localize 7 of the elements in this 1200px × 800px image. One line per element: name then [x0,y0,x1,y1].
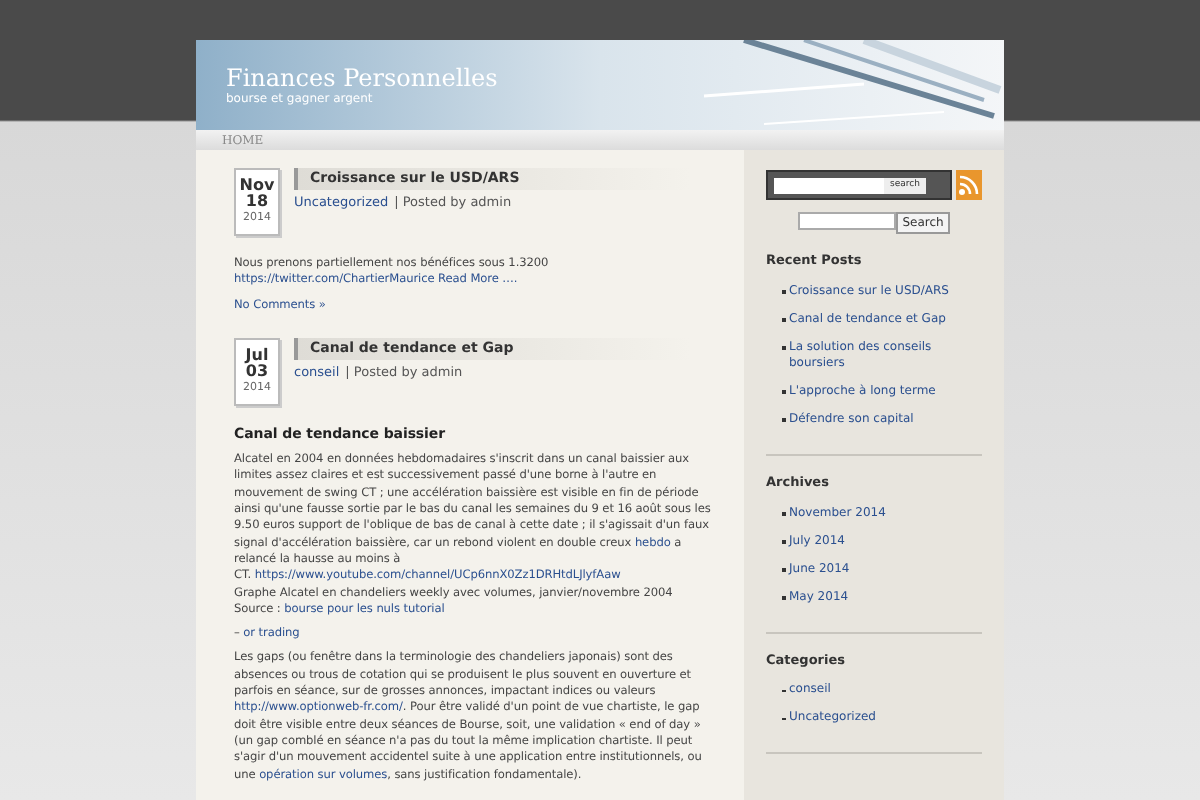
search-input[interactable] [774,177,884,193]
post-month: Jul [245,347,269,364]
post-day: 03 [245,363,269,380]
post-month: Nov [239,178,275,194]
rss-icon[interactable] [955,170,982,200]
post-day: 18 [245,194,269,210]
search-input[interactable] [798,212,897,230]
